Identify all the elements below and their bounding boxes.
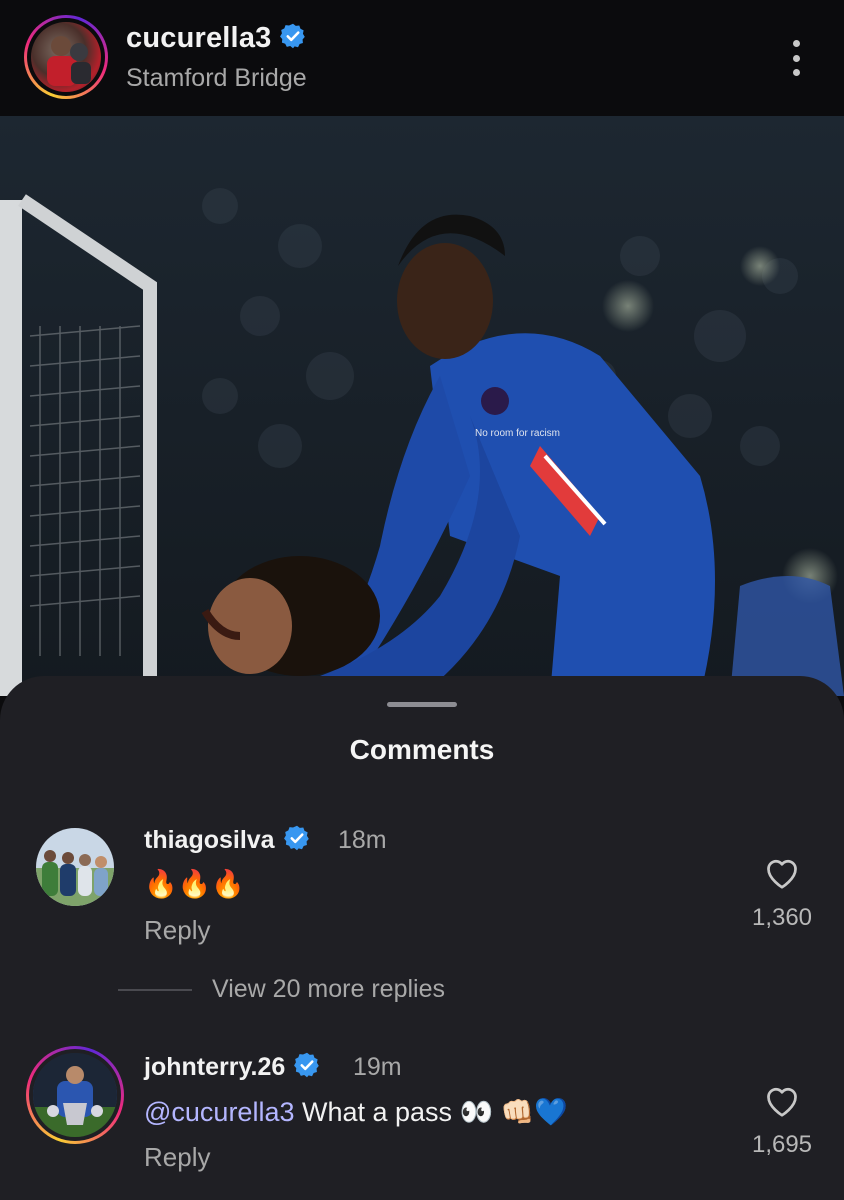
- like-count: 1,360: [751, 904, 813, 931]
- comments-title: Comments: [349, 734, 495, 765]
- heart-icon[interactable]: [764, 1084, 800, 1118]
- reply-button[interactable]: Reply: [144, 1142, 210, 1173]
- view-more-replies-button[interactable]: View 20 more replies: [212, 975, 445, 1004]
- comment-text-body: What a pass 👀 👊🏻💙: [294, 1097, 568, 1127]
- verified-badge-icon: [283, 826, 309, 851]
- heart-icon[interactable]: [764, 856, 800, 890]
- mention-link[interactable]: @cucurella3: [144, 1097, 294, 1127]
- author-avatar[interactable]: [24, 15, 108, 99]
- comment-time: 18m: [338, 826, 387, 854]
- reply-button[interactable]: Reply: [144, 915, 210, 946]
- like-count: 1,695: [751, 1131, 813, 1158]
- post-photo[interactable]: No room for racism: [0, 116, 844, 696]
- post-header: cucurella3 Stamford Bridge: [0, 0, 844, 116]
- view-replies-divider: [118, 989, 192, 991]
- sheet-drag-handle[interactable]: [387, 702, 457, 707]
- commenter-avatar[interactable]: [26, 1046, 124, 1144]
- author-username[interactable]: cucurella3: [126, 22, 307, 55]
- comments-sheet: Comments thiagosilva 18m 🔥🔥🔥 Reply 1,360…: [0, 676, 844, 1200]
- more-options-icon[interactable]: [784, 40, 808, 76]
- comment-username[interactable]: thiagosilva: [144, 826, 311, 855]
- comment-time: 19m: [353, 1053, 402, 1081]
- commenter-avatar[interactable]: [36, 828, 114, 906]
- author-username-text[interactable]: cucurella3: [126, 22, 271, 54]
- comment-username-text[interactable]: thiagosilva: [144, 826, 275, 854]
- verified-badge-icon: [280, 24, 306, 49]
- comment-text: @cucurella3 What a pass 👀 👊🏻💙: [144, 1096, 568, 1128]
- comment-username[interactable]: johnterry.26: [144, 1053, 321, 1082]
- comment-text: 🔥🔥🔥: [144, 869, 245, 899]
- comment-username-text[interactable]: johnterry.26: [144, 1053, 285, 1081]
- post-location[interactable]: Stamford Bridge: [126, 64, 307, 93]
- verified-badge-icon: [294, 1053, 320, 1078]
- kit-slogan: No room for racism: [475, 428, 560, 439]
